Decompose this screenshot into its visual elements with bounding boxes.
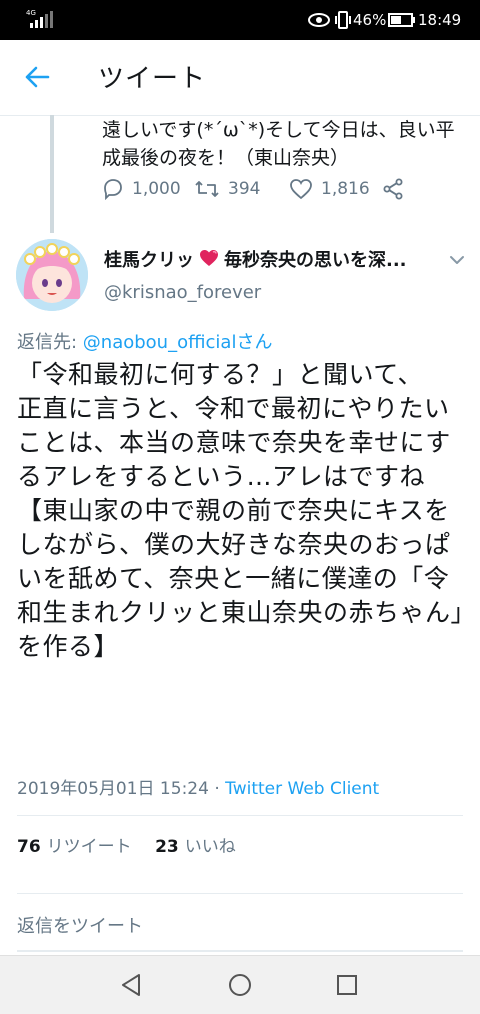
previous-tweet-text: 遠しいです(*´ω`*)そして今日は、良い平成最後の夜を！（東山奈央） bbox=[102, 119, 455, 169]
retweet-stat-label: リツイート bbox=[46, 837, 132, 857]
nav-home-icon[interactable] bbox=[225, 970, 255, 1000]
divider bbox=[17, 815, 463, 816]
retweet-button[interactable]: 394 bbox=[194, 178, 260, 200]
clock: 18:49 bbox=[418, 11, 462, 29]
reply-input[interactable]: 返信をツイート bbox=[17, 912, 143, 938]
avatar[interactable] bbox=[16, 239, 88, 311]
divider bbox=[17, 893, 463, 894]
nav-recents-icon[interactable] bbox=[332, 970, 362, 1000]
author-name[interactable]: 桂馬クリッ 毎秒奈央の思いを深... bbox=[104, 246, 434, 272]
tweet-client-link[interactable]: Twitter Web Client bbox=[225, 779, 379, 799]
like-count: 1,816 bbox=[321, 179, 370, 199]
share-button[interactable] bbox=[382, 178, 404, 200]
vibrate-icon bbox=[335, 11, 351, 29]
system-navigation-bar bbox=[0, 955, 480, 1014]
tweet-meta: 2019年05月01日 15:24 · Twitter Web Client bbox=[17, 774, 379, 799]
like-total: 23 bbox=[155, 837, 179, 857]
tweet-stats: 76 リツイート 23 いいね bbox=[17, 832, 236, 857]
retweet-total: 76 bbox=[17, 837, 41, 857]
divider bbox=[17, 950, 463, 952]
likes-stat[interactable]: 23 いいね bbox=[155, 837, 236, 857]
retweets-stat[interactable]: 76 リツイート bbox=[17, 837, 132, 857]
nav-back-icon[interactable] bbox=[117, 970, 147, 1000]
author-handle[interactable]: @krisnao_forever bbox=[104, 282, 261, 303]
retweet-icon bbox=[195, 181, 219, 197]
back-button[interactable] bbox=[22, 62, 52, 92]
share-icon bbox=[383, 178, 403, 200]
previous-tweet-actions: 1,000 394 1,816 bbox=[102, 178, 462, 214]
tweet-timestamp: 2019年05月01日 15:24 · bbox=[17, 779, 226, 799]
battery-percent: 46% bbox=[353, 11, 387, 29]
signal-strength-icon bbox=[30, 11, 53, 28]
app-bar: ツイート bbox=[0, 40, 480, 116]
tweet-text-line: 正直に言うと、令和で最初にやりたいことは、本当の意味で奈央を幸せにするアレをする… bbox=[17, 394, 464, 661]
chevron-down-icon[interactable] bbox=[447, 250, 467, 270]
retweet-count: 394 bbox=[228, 179, 261, 199]
tweet-text: 「令和最初に何する？」と聞いて、 正直に言うと、令和で最初にやりたいことは、本当… bbox=[17, 358, 469, 664]
back-arrow-icon bbox=[25, 66, 50, 88]
eye-comfort-icon bbox=[308, 13, 330, 27]
reply-to-label: 返信先: bbox=[17, 332, 83, 353]
tweet-text-line: 「令和最初に何する？」と聞いて、 bbox=[17, 360, 424, 389]
reply-icon bbox=[104, 179, 122, 200]
thread-connector-line bbox=[50, 115, 54, 233]
reply-button[interactable]: 1,000 bbox=[102, 178, 181, 200]
author-name-part2: 毎秒奈央の思いを深... bbox=[224, 250, 407, 271]
heart-emoji-icon bbox=[200, 250, 218, 266]
battery-icon bbox=[388, 13, 415, 27]
reply-count: 1,000 bbox=[132, 179, 181, 199]
author-name-part1: 桂馬クリッ bbox=[104, 250, 194, 271]
like-button[interactable]: 1,816 bbox=[289, 178, 370, 200]
status-bar: 4G 46% 18:49 bbox=[0, 0, 480, 40]
reply-to-link[interactable]: @naobou_officialさん bbox=[83, 332, 273, 353]
avatar-illustration-icon bbox=[16, 239, 88, 311]
heart-icon bbox=[290, 179, 312, 200]
page-title: ツイート bbox=[98, 64, 207, 94]
like-stat-label: いいね bbox=[184, 837, 236, 857]
reply-to-line: 返信先: @naobou_officialさん bbox=[17, 328, 272, 354]
